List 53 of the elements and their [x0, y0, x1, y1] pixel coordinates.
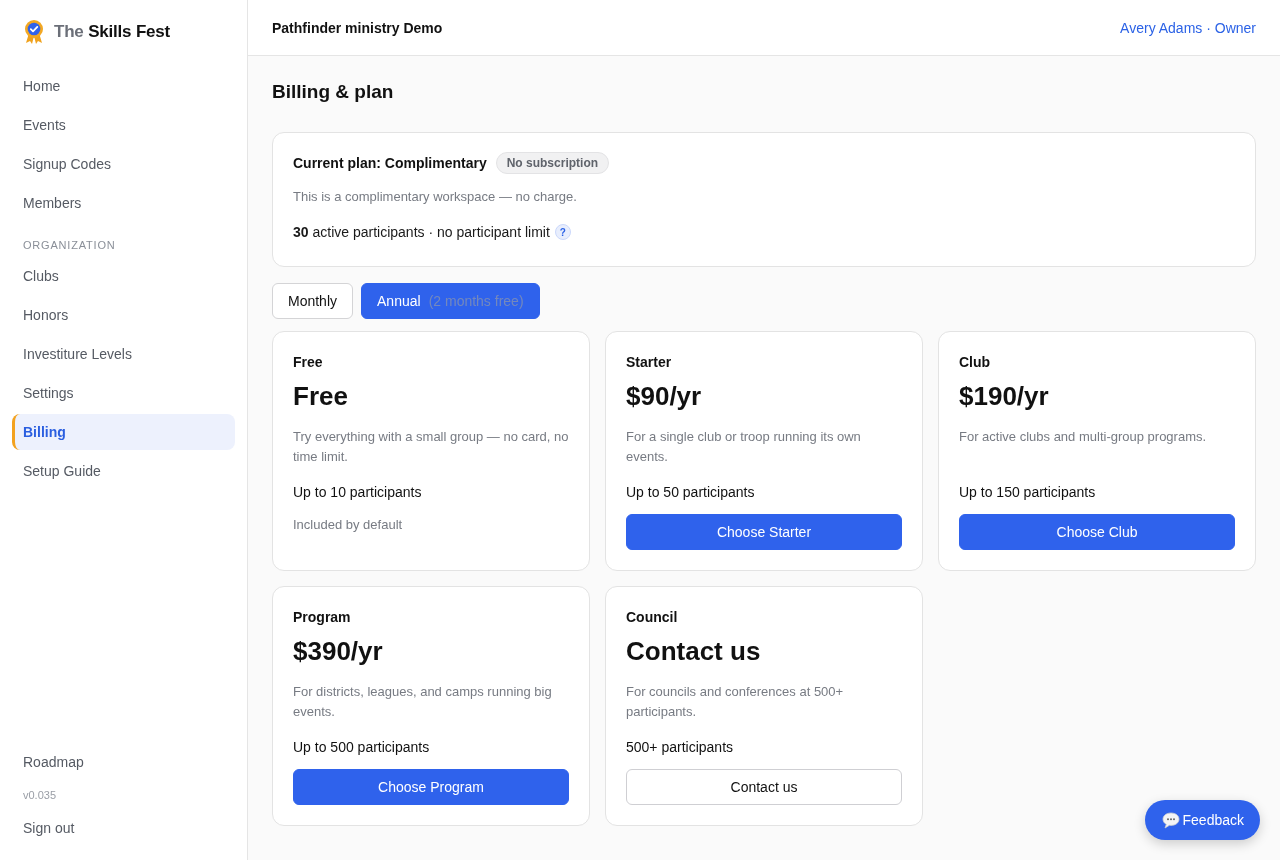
plan-description: This is a complimentary workspace — no charge. [293, 188, 577, 206]
participant-limit: Up to 500 participants [293, 738, 430, 757]
billing-period-tab[interactable]: Annual (2 months free) [361, 283, 540, 319]
plan-name: Council [626, 608, 678, 627]
nav-item[interactable]: Signup Codes [12, 146, 235, 182]
plan-price: Contact us [626, 635, 761, 667]
brand-name: The Skills Fest [54, 22, 171, 42]
billing-period-tab[interactable]: Monthly [272, 283, 354, 319]
participant-limit: 500+ participants [626, 738, 734, 757]
medal-icon [24, 20, 44, 44]
choose-plan-button[interactable]: Choose Starter [626, 514, 902, 550]
usage-text: 30 active participants · no participant limit [293, 223, 550, 242]
page-title: Billing & plan [272, 80, 394, 104]
plan-description: Try everything with a small group — no card, no time limit. [293, 428, 569, 466]
version-label: v0.035 [23, 788, 57, 803]
plan-name: Free [293, 353, 323, 372]
plan-description: For districts, leagues, and camps running big events. [293, 683, 553, 721]
help-button[interactable]: ? [554, 224, 571, 240]
nav-item[interactable]: Members [12, 185, 235, 221]
nav-item[interactable]: Investiture Levels [12, 336, 235, 372]
participant-limit: Up to 150 participants [959, 483, 1096, 502]
nav-item[interactable]: Events [12, 107, 235, 143]
plan-price: $90/yr [626, 380, 702, 412]
section-heading: ORGANIZATION [23, 238, 117, 253]
user-link[interactable]: Avery Adams · Owner [1120, 19, 1256, 36]
nav-item[interactable]: Clubs [12, 258, 235, 294]
plan-price: $390/yr [293, 635, 383, 667]
plan-price: $190/yr [959, 380, 1049, 412]
nav-item[interactable]: Setup Guide [12, 453, 235, 489]
nav-item[interactable]: Home [12, 68, 235, 104]
plan-description: For a single club or troop running its own events. [626, 428, 862, 466]
participant-limit: Up to 50 participants [626, 483, 755, 502]
current-plan-title: Current plan: Complimentary [293, 155, 487, 171]
choose-plan-button[interactable]: Choose Program [293, 769, 569, 805]
roadmap-link[interactable]: Roadmap [12, 744, 235, 780]
status-badge: No subscription [495, 152, 610, 174]
nav-item[interactable]: Honors [12, 297, 235, 333]
plan-name: Program [293, 608, 351, 627]
nav-item[interactable]: Settings [12, 375, 235, 411]
contact-button[interactable]: Contact us [626, 769, 902, 805]
plan-price: Free [293, 380, 348, 412]
speech-bubble-icon [1161, 811, 1180, 829]
workspace-name: Pathfinder ministry Demo [272, 19, 443, 36]
plan-note: Included by default [293, 516, 403, 534]
plan-name: Club [959, 353, 991, 372]
nav-item[interactable]: Billing [12, 414, 235, 450]
participant-limit: Up to 10 participants [293, 483, 422, 502]
plan-description: For active clubs and multi-group programs. [959, 428, 1208, 446]
plan-description: For councils and conferences at 500+ participants. [626, 683, 845, 721]
choose-plan-button[interactable]: Choose Club [959, 514, 1235, 550]
sign-out-link[interactable]: Sign out [12, 810, 235, 846]
plan-name: Starter [626, 353, 672, 372]
feedback-button[interactable]: Feedback [1144, 800, 1260, 840]
